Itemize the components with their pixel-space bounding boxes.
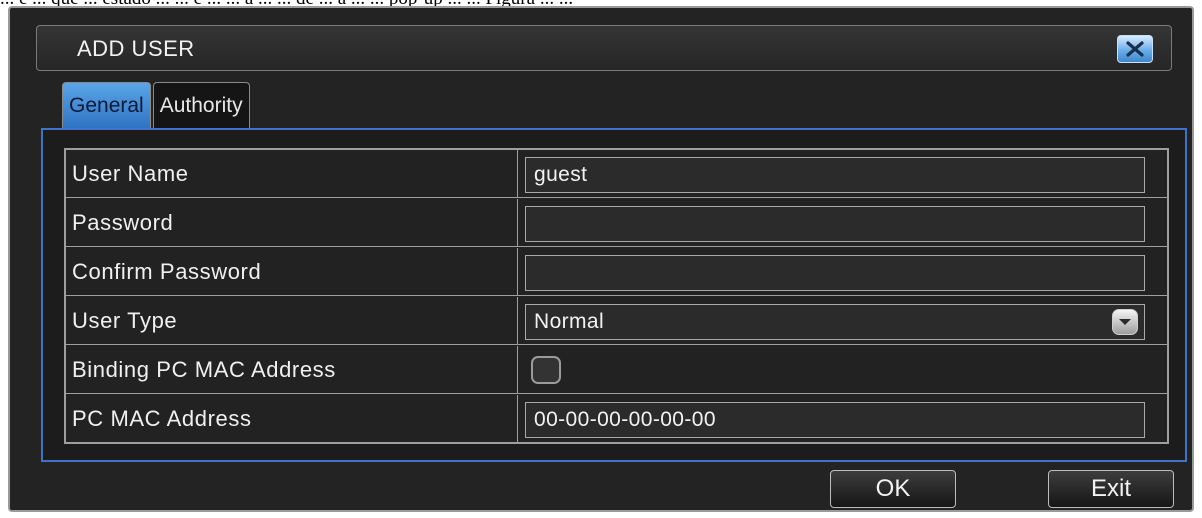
close-button[interactable] (1117, 35, 1153, 63)
row-binding-mac: Binding PC MAC Address (66, 346, 1167, 394)
password-input[interactable] (525, 206, 1145, 242)
row-user-type: User Type Normal (66, 297, 1167, 345)
select-dropdown-button[interactable] (1112, 309, 1138, 335)
user-name-label: User Name (66, 150, 518, 197)
user-type-value: Normal (534, 310, 605, 333)
general-panel: User Name guest Password Confirm Passwor… (41, 128, 1187, 462)
confirm-password-input[interactable] (525, 255, 1145, 291)
tab-strip: General Authority (62, 82, 252, 128)
row-confirm-password: Confirm Password (66, 248, 1167, 296)
pc-mac-input[interactable]: 00-00-00-00-00-00 (525, 402, 1145, 438)
chevron-down-icon (1119, 319, 1131, 325)
close-x-icon (1126, 41, 1144, 57)
pc-mac-label: PC MAC Address (66, 395, 518, 443)
tab-authority[interactable]: Authority (152, 82, 250, 128)
row-user-name: User Name guest (66, 150, 1167, 198)
binding-mac-label: Binding PC MAC Address (66, 346, 518, 393)
ok-button[interactable]: OK (830, 470, 956, 508)
exit-button[interactable]: Exit (1048, 470, 1174, 508)
binding-mac-checkbox[interactable] (531, 356, 561, 384)
add-user-dialog: ADD USER General Authority User Name gue… (8, 6, 1194, 512)
dialog-title: ADD USER (77, 36, 195, 61)
password-label: Password (66, 199, 518, 246)
row-password: Password (66, 199, 1167, 247)
user-type-select[interactable]: Normal (525, 304, 1145, 340)
title-bar: ADD USER (36, 25, 1172, 71)
row-pc-mac: PC MAC Address 00-00-00-00-00-00 (66, 395, 1167, 443)
tab-general[interactable]: General (62, 82, 151, 128)
confirm-password-label: Confirm Password (66, 248, 518, 295)
user-form-table: User Name guest Password Confirm Passwor… (64, 148, 1169, 444)
user-name-input[interactable]: guest (525, 157, 1145, 193)
user-type-label: User Type (66, 297, 518, 344)
